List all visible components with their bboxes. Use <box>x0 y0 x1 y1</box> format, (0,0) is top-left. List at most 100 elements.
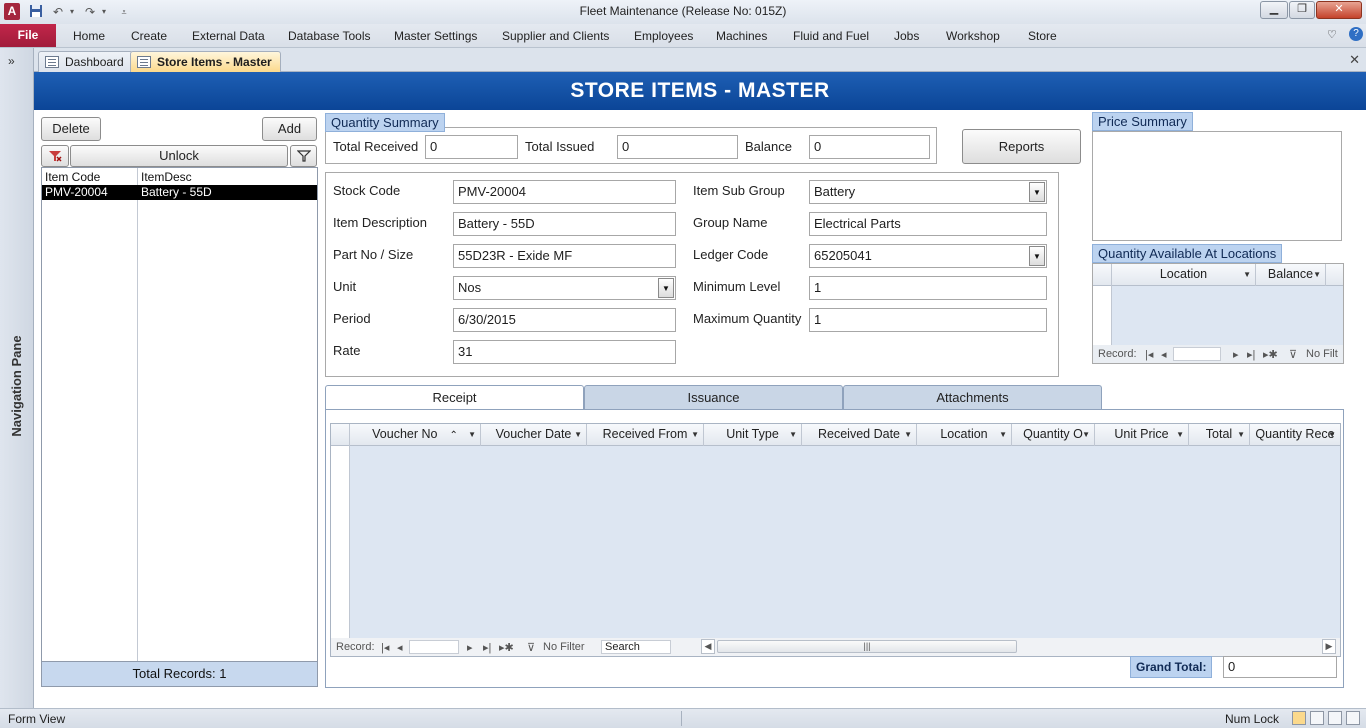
dropdown-arrow-icon[interactable]: ▼ <box>1029 246 1045 266</box>
sort-arrow-icon[interactable]: ▼ <box>691 424 699 445</box>
col-header-balance[interactable]: Balance ▼ <box>1256 264 1326 286</box>
ribbon-tab-database-tools[interactable]: Database Tools <box>288 29 371 43</box>
ledger-code-combo[interactable]: 65205041 ▼ <box>809 244 1047 268</box>
ribbon-tab-supplier-and-clients[interactable]: Supplier and Clients <box>502 29 609 43</box>
col-header-received-date[interactable]: Received Date ▼ <box>802 424 917 446</box>
filter-button[interactable] <box>290 145 317 167</box>
sort-arrow-icon[interactable]: ▼ <box>468 424 476 445</box>
ribbon-tab-create[interactable]: Create <box>131 29 167 43</box>
sort-arrow-icon[interactable]: ▼ <box>1176 424 1184 445</box>
previous-record-icon[interactable]: ◂ <box>397 641 403 654</box>
sort-arrow-icon[interactable]: ▼ <box>1082 424 1090 445</box>
select-all-corner[interactable] <box>331 424 350 446</box>
group-name-field[interactable]: Electrical Parts <box>809 212 1047 236</box>
sort-arrow-icon[interactable]: ▼ <box>1328 424 1336 445</box>
minimize-button[interactable]: ▁ <box>1260 1 1288 19</box>
horizontal-scrollbar-thumb[interactable]: ||| <box>717 640 1017 653</box>
doc-tab-dashboard[interactable]: Dashboard <box>38 51 133 72</box>
col-header-location[interactable]: Location ▼ <box>917 424 1012 446</box>
clear-filter-button[interactable] <box>41 145 69 167</box>
total-issued-field[interactable]: 0 <box>617 135 738 159</box>
ribbon-tab-home[interactable]: Home <box>73 29 105 43</box>
datasheet-view-icon[interactable] <box>1310 711 1324 725</box>
ribbon-tab-fluid-and-fuel[interactable]: Fluid and Fuel <box>793 29 869 43</box>
record-selector[interactable] <box>331 446 350 640</box>
form-view-icon[interactable] <box>1292 711 1306 725</box>
sort-arrow-icon[interactable]: ▼ <box>1243 264 1251 285</box>
sort-arrow-icon[interactable]: ▼ <box>1237 424 1245 445</box>
col-header-unit-price[interactable]: Unit Price ▼ <box>1095 424 1189 446</box>
item-description-field[interactable]: Battery - 55D <box>453 212 676 236</box>
minimum-level-field[interactable]: 1 <box>809 276 1047 300</box>
last-record-icon[interactable]: ▸| <box>483 641 491 654</box>
scroll-right-icon[interactable]: ▶ <box>1322 639 1336 654</box>
total-received-field[interactable]: 0 <box>425 135 518 159</box>
sort-arrow-icon[interactable]: ▼ <box>789 424 797 445</box>
last-record-icon[interactable]: ▸| <box>1247 348 1255 361</box>
record-selector[interactable] <box>1093 286 1112 345</box>
nav-pane-expand-icon[interactable]: » <box>8 54 15 68</box>
file-tab[interactable]: File <box>0 24 56 47</box>
close-document-icon[interactable]: ✕ <box>1349 52 1360 68</box>
grand-total-field[interactable]: 0 <box>1223 656 1337 678</box>
maximum-quantity-field[interactable]: 1 <box>809 308 1047 332</box>
ribbon-tab-external-data[interactable]: External Data <box>192 29 265 43</box>
previous-record-icon[interactable]: ◂ <box>1161 348 1167 361</box>
ribbon-tab-store[interactable]: Store <box>1028 29 1057 43</box>
col-header-total[interactable]: Total ▼ <box>1189 424 1250 446</box>
col-header-voucher-date[interactable]: Voucher Date ▼ <box>481 424 587 446</box>
col-header-received-from[interactable]: Received From ▼ <box>587 424 704 446</box>
locations-grid[interactable]: Location ▼ Balance ▼ Record: |◂ ◂ ▸ ▸| ▸✱ … <box>1092 263 1344 364</box>
scroll-left-icon[interactable]: ◀ <box>701 639 715 654</box>
search-input[interactable]: Search <box>601 640 671 654</box>
restore-button[interactable]: ❐ <box>1289 1 1315 19</box>
next-record-icon[interactable]: ▸ <box>1233 348 1239 361</box>
stock-code-field[interactable]: PMV-20004 <box>453 180 676 204</box>
ribbon-tab-workshop[interactable]: Workshop <box>946 29 1000 43</box>
ribbon-tab-machines[interactable]: Machines <box>716 29 767 43</box>
col-header-voucher-no[interactable]: Voucher No ⌃ ▼ <box>350 424 481 446</box>
reports-button[interactable]: Reports <box>962 129 1081 164</box>
ribbon-tab-jobs[interactable]: Jobs <box>894 29 919 43</box>
sort-arrow-icon[interactable]: ▼ <box>1313 264 1321 285</box>
tab-issuance[interactable]: Issuance <box>584 385 843 410</box>
layout-view-icon[interactable] <box>1328 711 1342 725</box>
design-view-icon[interactable] <box>1346 711 1360 725</box>
unlock-button[interactable]: Unlock <box>70 145 288 167</box>
ribbon-tab-master-settings[interactable]: Master Settings <box>394 29 477 43</box>
no-filter-icon[interactable]: ⊽ <box>1289 348 1297 361</box>
item-sub-group-combo[interactable]: Battery ▼ <box>809 180 1047 204</box>
first-record-icon[interactable]: |◂ <box>1145 348 1153 361</box>
navigation-pane-label[interactable]: Navigation Pane <box>9 324 25 448</box>
col-header-unit-type[interactable]: Unit Type ▼ <box>704 424 802 446</box>
select-all-corner[interactable] <box>1093 264 1112 286</box>
unit-combo[interactable]: Nos ▼ <box>453 276 676 300</box>
item-list[interactable]: Item Code ItemDesc PMV-20004 Battery - 5… <box>41 167 318 663</box>
first-record-icon[interactable]: |◂ <box>381 641 389 654</box>
tab-attachments[interactable]: Attachments <box>843 385 1102 410</box>
new-record-icon[interactable]: ▸✱ <box>1263 348 1278 361</box>
close-button[interactable]: ✕ <box>1316 1 1362 19</box>
list-item[interactable]: PMV-20004 Battery - 55D <box>42 185 317 200</box>
dropdown-arrow-icon[interactable]: ▼ <box>658 278 674 298</box>
balance-field[interactable]: 0 <box>809 135 930 159</box>
period-field[interactable]: 6/30/2015 <box>453 308 676 332</box>
record-number-field[interactable] <box>1173 347 1221 361</box>
sort-arrow-icon[interactable]: ▼ <box>904 424 912 445</box>
sort-arrow-icon[interactable]: ▼ <box>999 424 1007 445</box>
new-record-icon[interactable]: ▸✱ <box>499 641 514 654</box>
navigation-pane[interactable]: » Navigation Pane <box>0 48 34 708</box>
col-header-quantity-received[interactable]: Quantity Rece ▼ <box>1250 424 1340 446</box>
delete-button[interactable]: Delete <box>41 117 101 141</box>
no-filter-icon[interactable]: ⊽ <box>527 641 535 654</box>
next-record-icon[interactable]: ▸ <box>467 641 473 654</box>
ribbon-collapse-icon[interactable]: ♡ <box>1327 28 1337 41</box>
col-header-quantity-ordered[interactable]: Quantity O ▼ <box>1012 424 1095 446</box>
doc-tab-store-items-master[interactable]: Store Items - Master <box>130 51 281 72</box>
tab-receipt[interactable]: Receipt <box>325 385 584 410</box>
dropdown-arrow-icon[interactable]: ▼ <box>1029 182 1045 202</box>
ribbon-tab-employees[interactable]: Employees <box>634 29 693 43</box>
col-header-location[interactable]: Location ▼ <box>1112 264 1256 286</box>
add-button[interactable]: Add <box>262 117 317 141</box>
part-no-field[interactable]: 55D23R - Exide MF <box>453 244 676 268</box>
